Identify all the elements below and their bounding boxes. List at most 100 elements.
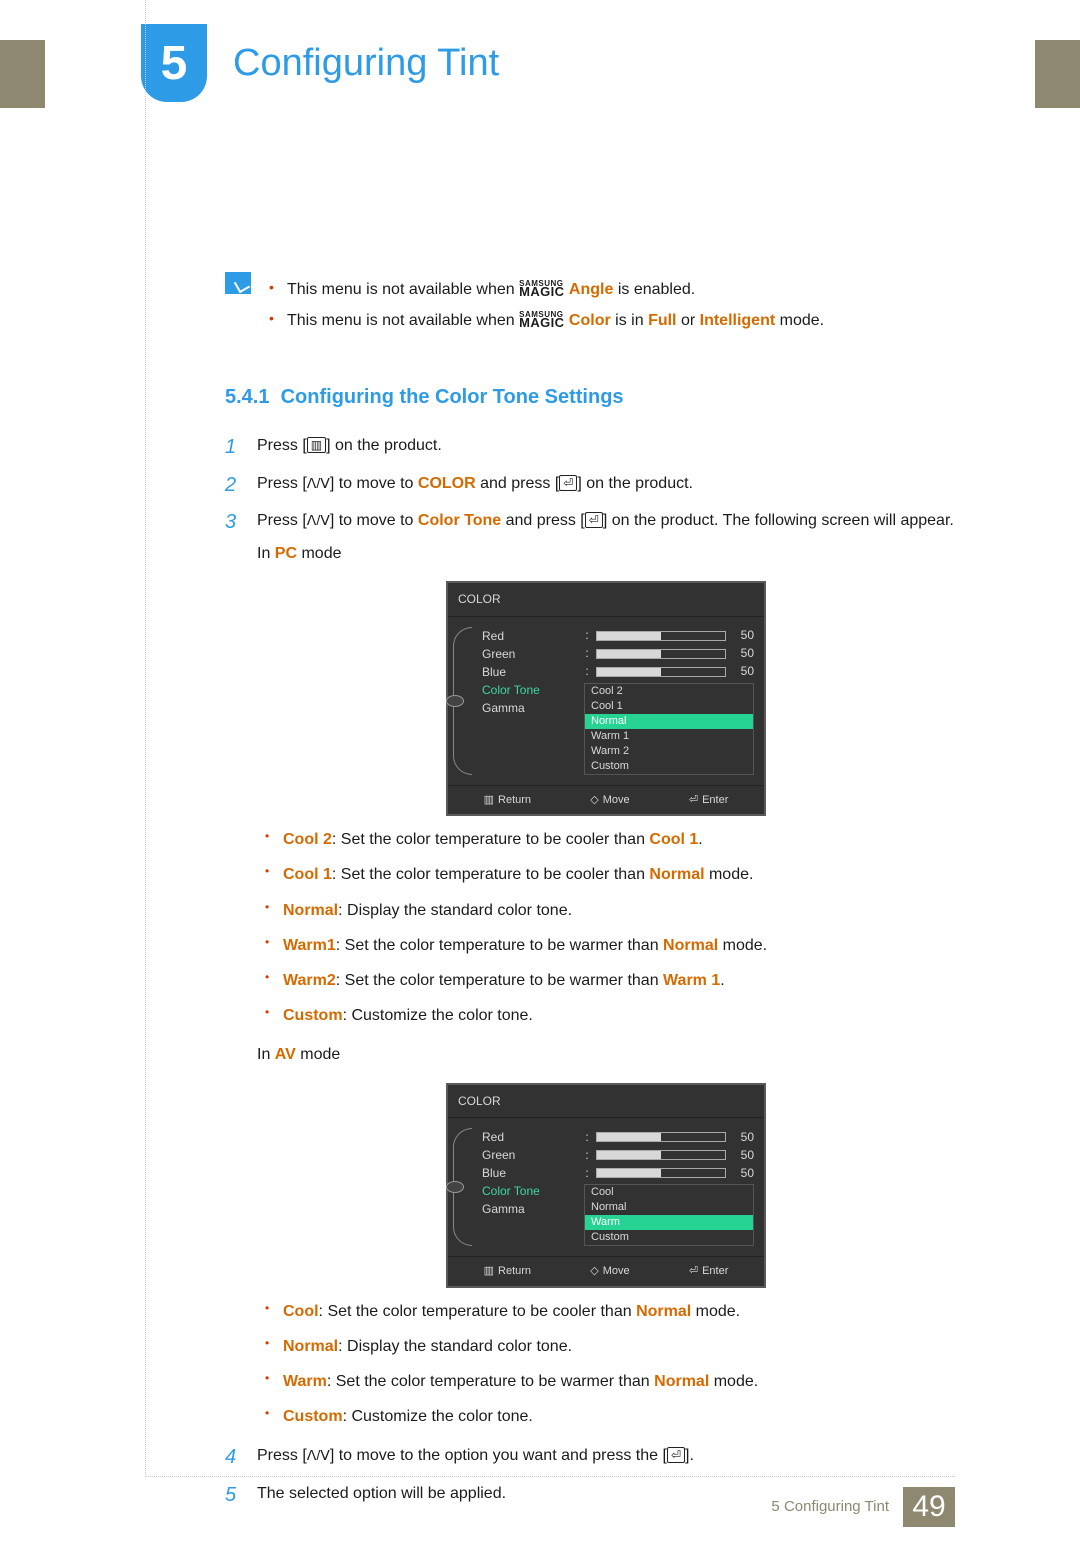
term: Normal	[283, 1338, 338, 1355]
text: ].	[685, 1447, 694, 1464]
text: mode.	[780, 312, 824, 329]
list-item: Cool 2: Set the color temperature to be …	[257, 826, 955, 853]
text: ] on the product.	[326, 437, 442, 454]
note-list: This menu is not available when SAMSUNGM…	[269, 272, 824, 338]
value: 50	[732, 661, 754, 681]
text: This menu is not available when	[287, 281, 519, 298]
osd-label-red: Red	[482, 1128, 578, 1146]
text: mode	[296, 1046, 340, 1063]
text: ] on the product.	[577, 475, 693, 492]
content-area: This menu is not available when SAMSUNGM…	[225, 272, 955, 1507]
term: Full	[648, 312, 676, 329]
updown-icon: ᐱ/ᐯ	[307, 1448, 330, 1462]
osd-slider-row: :50	[584, 1128, 754, 1146]
section-number: 5.4.1	[225, 386, 269, 408]
text: ] to move to	[330, 512, 418, 529]
osd-slider-row: :50	[584, 645, 754, 663]
term: Warm2	[283, 972, 336, 989]
osd-footer-enter: ⏎Enter	[689, 1262, 729, 1281]
osd-label-green: Green	[482, 1146, 578, 1164]
list-item: Custom: Customize the color tone.	[257, 1002, 955, 1029]
enter-icon: ⏎	[667, 1447, 685, 1463]
osd-footer: ▥Return ◇Move ⏎Enter	[448, 785, 764, 815]
text: Press [	[257, 1447, 307, 1464]
slider-icon	[596, 631, 726, 641]
text: : Display the standard color tone.	[338, 902, 572, 919]
text: : Customize the color tone.	[343, 1408, 533, 1425]
term: Custom	[283, 1007, 343, 1024]
move-icon: ◇	[590, 794, 598, 806]
osd-label-red: Red	[482, 627, 578, 645]
note-icon	[225, 272, 251, 294]
osd-option: Custom	[585, 759, 753, 774]
osd-labels: Red Green Blue Color Tone Gamma	[482, 1128, 578, 1246]
text: or	[681, 312, 700, 329]
osd-label-gamma: Gamma	[482, 1200, 578, 1218]
text: : Set the color temperature to be cooler…	[332, 866, 650, 883]
enter-icon: ⏎	[689, 1265, 698, 1277]
osd-option: Warm 1	[585, 729, 753, 744]
slider-icon	[596, 667, 726, 677]
text: This menu is not available when	[287, 312, 519, 329]
pc-bullets: Cool 2: Set the color temperature to be …	[257, 826, 955, 1029]
osd-footer-move: ◇Move	[590, 791, 629, 810]
term: Warm1	[283, 937, 336, 954]
term: Normal	[649, 866, 704, 883]
text: mode.	[691, 1303, 740, 1320]
text: and press [	[501, 512, 585, 529]
osd-label-blue: Blue	[482, 1164, 578, 1182]
osd-option: Cool 2	[585, 684, 753, 699]
page-number: 49	[903, 1487, 955, 1527]
footer-label: 5 Configuring Tint	[771, 1498, 889, 1515]
osd-footer: ▥Return ◇Move ⏎Enter	[448, 1256, 764, 1286]
step-2: Press [ᐱ/ᐯ] to move to COLOR and press […	[225, 470, 955, 497]
value: 50	[732, 1163, 754, 1183]
text: : Set the color temperature to be cooler…	[332, 831, 650, 848]
term: Cool	[283, 1303, 319, 1320]
text: ] to move to	[330, 475, 418, 492]
text: .	[698, 831, 702, 848]
osd-footer-return: ▥Return	[484, 791, 531, 810]
text: : Set the color temperature to be warmer…	[336, 972, 663, 989]
osd-slider-row: :50	[584, 627, 754, 645]
osd-slider-row: :50	[584, 1164, 754, 1182]
osd-footer-enter: ⏎Enter	[689, 791, 729, 810]
text: mode.	[709, 1373, 758, 1390]
note-block: This menu is not available when SAMSUNGM…	[225, 272, 955, 338]
list-item: Normal: Display the standard color tone.	[257, 1333, 955, 1360]
text: ] to move to the option you want and pre…	[330, 1447, 667, 1464]
text: : Customize the color tone.	[343, 1007, 533, 1024]
osd-labels: Red Green Blue Color Tone Gamma	[482, 627, 578, 775]
section-heading: 5.4.1 Configuring the Color Tone Setting…	[225, 380, 955, 414]
note-item: This menu is not available when SAMSUNGM…	[269, 307, 824, 334]
osd-label-color-tone: Color Tone	[482, 681, 578, 699]
term: COLOR	[418, 475, 476, 492]
list-item: Normal: Display the standard color tone.	[257, 897, 955, 924]
text: ] on the product. The following screen w…	[603, 512, 954, 529]
text: : Set the color temperature to be warmer…	[336, 937, 663, 954]
step-1: Press [▥] on the product.	[225, 432, 955, 459]
page: 5 Configuring Tint This menu is not avai…	[45, 0, 1035, 1557]
step-3: Press [ᐱ/ᐯ] to move to Color Tone and pr…	[225, 507, 955, 1431]
term: Warm 1	[663, 972, 720, 989]
menu-button-icon: ▥	[484, 1265, 494, 1277]
osd-option: Warm 2	[585, 744, 753, 759]
text: is in	[615, 312, 648, 329]
text: Press [	[257, 437, 307, 454]
av-bullets: Cool: Set the color temperature to be co…	[257, 1298, 955, 1431]
term: Normal	[283, 902, 338, 919]
list-item: Cool 1: Set the color temperature to be …	[257, 861, 955, 888]
osd-option-selected: Normal	[585, 714, 753, 729]
page-title: Configuring Tint	[233, 42, 499, 85]
osd-label-color-tone: Color Tone	[482, 1182, 578, 1200]
text: mode.	[705, 866, 754, 883]
text: In	[257, 545, 275, 562]
chapter-number-badge: 5	[141, 24, 207, 102]
term: Warm	[283, 1373, 327, 1390]
osd-option: Custom	[585, 1230, 753, 1245]
osd-arc-decor	[452, 627, 476, 775]
list-item: Warm2: Set the color temperature to be w…	[257, 967, 955, 994]
chapter-header: 5 Configuring Tint	[145, 0, 955, 102]
osd-dropdown: Cool Normal Warm Custom	[584, 1184, 754, 1246]
updown-icon: ᐱ/ᐯ	[307, 513, 330, 527]
